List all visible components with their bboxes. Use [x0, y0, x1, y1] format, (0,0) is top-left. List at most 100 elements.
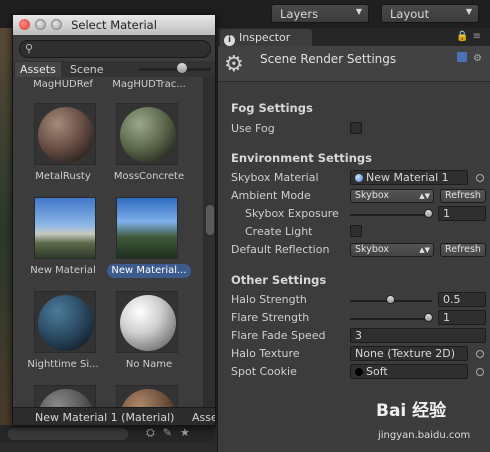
label-filter-icons[interactable]: ⛭✎★ [146, 426, 198, 440]
layers-dropdown[interactable]: Layers ▼ [271, 4, 369, 23]
ambient-mode-value: Skybox [355, 190, 389, 201]
inspector-header: ⚙ Scene Render Settings ⚙ [218, 46, 490, 82]
material-item-label[interactable]: Nighttime Si... [21, 359, 105, 370]
material-item-label-selected[interactable]: New Material... [107, 264, 191, 278]
material-grid: MagHUDRef MagHUDTrac... MetalRusty MossC… [13, 77, 203, 407]
material-item-label[interactable]: MagHUDRef [21, 79, 105, 90]
window-title: Select Material [71, 18, 157, 32]
halo-strength-label: Halo Strength [231, 293, 307, 306]
material-dot-icon [355, 174, 363, 182]
window-titlebar[interactable]: Select Material [13, 15, 215, 35]
default-reflection-dropdown[interactable]: Skybox ▲▼ [350, 243, 434, 257]
minimize-window-button[interactable] [35, 19, 46, 30]
layers-label: Layers [280, 7, 319, 21]
environment-settings-heading: Environment Settings [231, 151, 372, 165]
material-thumbnail[interactable] [116, 291, 178, 353]
flare-strength-label: Flare Strength [231, 311, 310, 324]
project-search-field[interactable] [8, 428, 128, 440]
layout-label: Layout [390, 7, 430, 21]
object-picker-icon[interactable] [476, 174, 484, 182]
spot-cookie-value: Soft [366, 365, 388, 378]
refresh-reflection-button[interactable]: Refresh [440, 243, 486, 257]
object-picker-icon[interactable] [476, 368, 484, 376]
halo-texture-label: Halo Texture [231, 347, 300, 360]
material-item-label[interactable]: MossConcrete [107, 171, 191, 182]
ambient-mode-label: Ambient Mode [231, 189, 311, 202]
selected-material-status: New Material 1 (Material) [35, 411, 175, 424]
selection-status-bar: New Material 1 (Material) Asse [13, 407, 216, 425]
skybox-exposure-field[interactable]: 1 [438, 206, 486, 221]
header-icons[interactable]: ⚙ [456, 52, 485, 64]
object-picker-icon[interactable] [476, 350, 484, 358]
select-material-window: Select Material ⚲ Assets Scene MagHUDRef… [12, 14, 216, 426]
nighttime-sphere [38, 295, 94, 351]
flare-strength-slider[interactable] [350, 318, 432, 320]
grid-scrollbar[interactable] [203, 77, 215, 407]
thumbnail-size-slider[interactable] [139, 68, 211, 71]
create-light-checkbox[interactable] [350, 225, 362, 237]
info-icon: i [224, 35, 235, 46]
tab-assets[interactable]: Assets [15, 62, 61, 77]
flare-fade-speed-label: Flare Fade Speed [231, 329, 326, 342]
skybox-exposure-slider[interactable] [350, 214, 432, 216]
use-fog-checkbox[interactable] [350, 122, 362, 134]
material-thumbnail[interactable] [34, 103, 96, 165]
chevron-down-icon: ▼ [465, 7, 472, 16]
scrollbar-thumb[interactable] [206, 205, 214, 235]
refresh-ambient-button[interactable]: Refresh [440, 189, 486, 203]
tab-scene[interactable]: Scene [65, 62, 109, 77]
tab-options-icons[interactable]: 🔒≡ [456, 31, 485, 42]
dropdown-arrows-icon: ▲▼ [419, 246, 430, 254]
material-thumbnail[interactable] [116, 103, 178, 165]
spot-cookie-field[interactable]: Soft [350, 364, 468, 379]
material-thumbnail[interactable] [116, 197, 178, 259]
metal-rusty-sphere [38, 107, 94, 163]
status-extra: Asse [191, 411, 216, 424]
material-item-label[interactable]: No Name [107, 359, 191, 370]
flare-strength-field[interactable]: 1 [438, 310, 486, 325]
flare-strength-slider-knob[interactable] [424, 313, 433, 322]
skybox-preview [35, 198, 95, 258]
material-thumbnail[interactable] [34, 291, 96, 353]
material-item-label[interactable]: New Material [21, 265, 105, 276]
material-search-input[interactable]: ⚲ [19, 40, 211, 58]
default-reflection-value: Skybox [355, 244, 389, 255]
inspector-tabbar: i Inspector 🔒≡ [218, 28, 490, 46]
create-light-label: Create Light [245, 225, 313, 238]
project-bottom-bar: ⛭✎★ [0, 425, 215, 443]
inspector-title: Scene Render Settings [260, 52, 397, 66]
material-thumbnail[interactable] [116, 385, 178, 407]
use-fog-label: Use Fog [231, 122, 275, 135]
fog-settings-heading: Fog Settings [231, 101, 313, 115]
no-name-sphere [120, 295, 176, 351]
zoom-window-button[interactable] [51, 19, 62, 30]
dropdown-arrows-icon: ▲▼ [419, 192, 430, 200]
material-thumbnail[interactable] [34, 197, 96, 259]
skybox-material-label: Skybox Material [231, 171, 319, 184]
search-icon: ⚲ [25, 42, 34, 55]
ambient-mode-dropdown[interactable]: Skybox ▲▼ [350, 189, 434, 203]
material-thumbnail[interactable] [34, 385, 96, 407]
asset-scene-tabs: Assets Scene [13, 61, 215, 77]
skybox-material-field[interactable]: New Material 1 [350, 170, 468, 185]
skybox-material-value: New Material 1 [366, 171, 449, 184]
default-reflection-label: Default Reflection [231, 243, 330, 256]
settings-gear-icon[interactable]: ⚙ [473, 53, 485, 64]
halo-strength-field[interactable]: 0.5 [438, 292, 486, 307]
watermark: Bai 经验 jingyan.baidu.com [376, 396, 486, 446]
help-book-icon[interactable] [456, 52, 467, 62]
watermark-logo: Bai 经验 [376, 401, 447, 421]
halo-texture-field[interactable]: None (Texture 2D) [350, 346, 468, 361]
halo-strength-slider-knob[interactable] [386, 295, 395, 304]
skybox-exposure-slider-knob[interactable] [424, 209, 433, 218]
moss-concrete-sphere [120, 107, 176, 163]
close-window-button[interactable] [19, 19, 30, 30]
thumbnail-size-slider-knob[interactable] [177, 63, 187, 73]
texture-dot-icon [355, 368, 363, 376]
flare-fade-speed-field[interactable]: 3 [350, 328, 486, 343]
material-item-label[interactable]: MetalRusty [21, 171, 105, 182]
chevron-down-icon: ▼ [355, 7, 362, 16]
material-item-label[interactable]: MagHUDTrac... [107, 79, 191, 90]
tab-inspector[interactable]: i Inspector [220, 29, 312, 46]
layout-dropdown[interactable]: Layout ▼ [381, 4, 479, 23]
